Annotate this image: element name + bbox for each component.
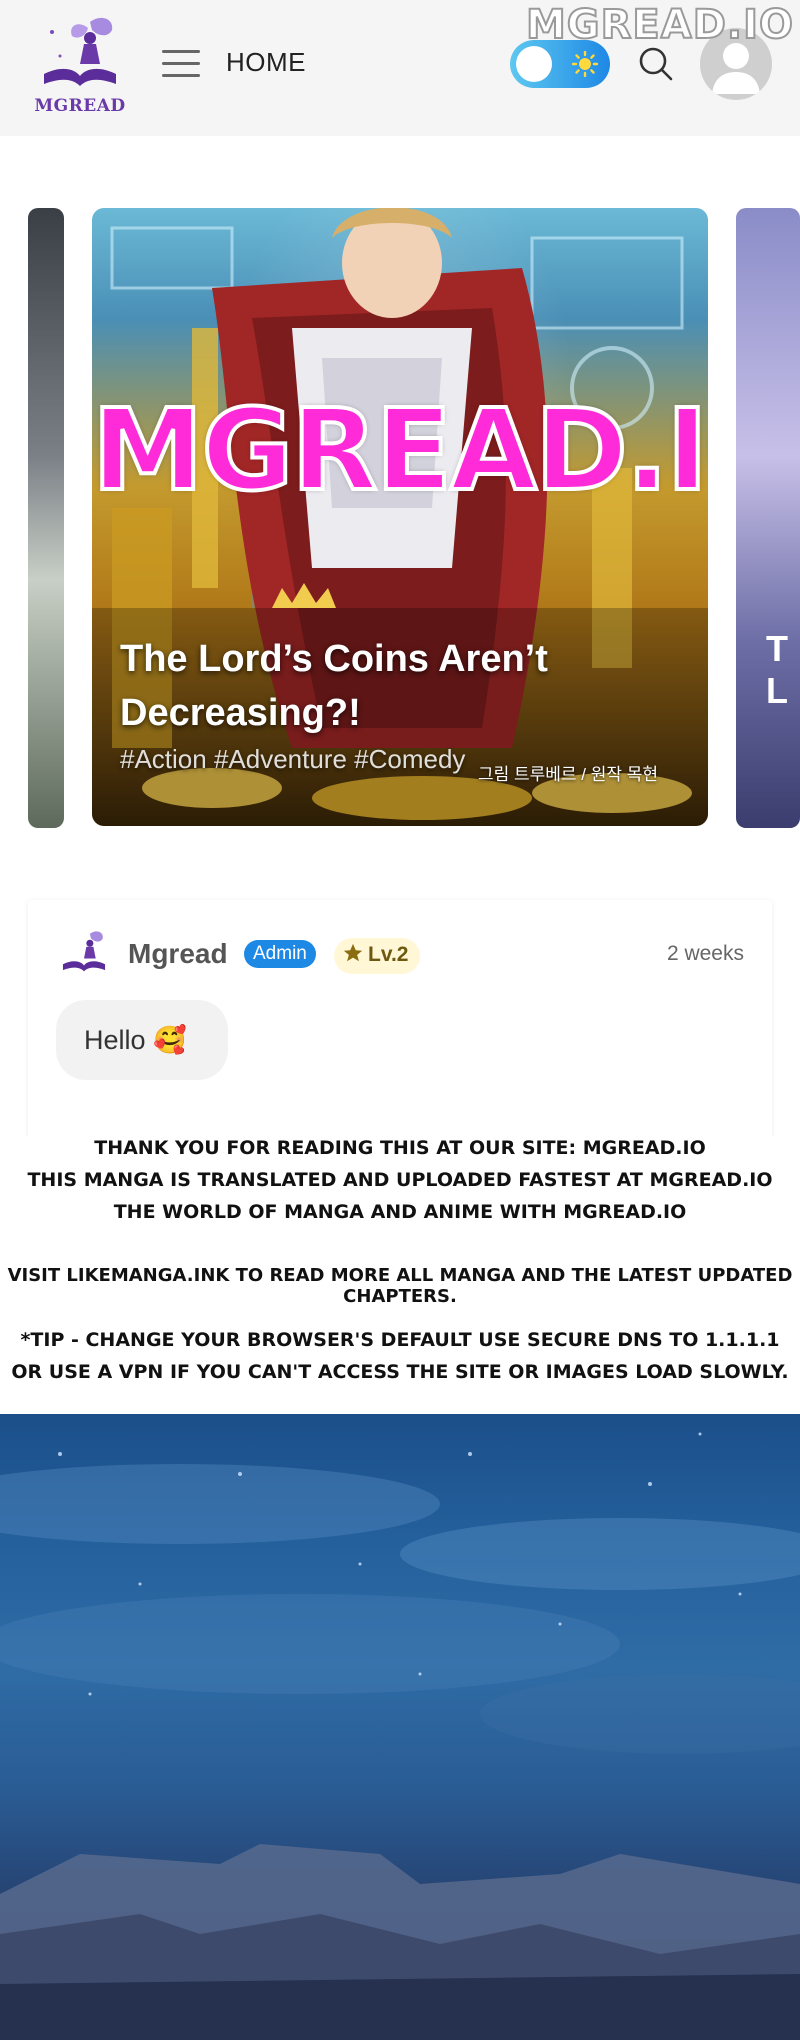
next-card-peek-text: T L: [766, 628, 788, 711]
carousel-prev-card[interactable]: [28, 208, 64, 828]
admin-badge: Admin: [244, 940, 316, 968]
comment-author[interactable]: Mgread: [128, 938, 228, 970]
level-badge: Lv.2: [334, 938, 421, 974]
carousel-next-card[interactable]: T L: [736, 208, 800, 828]
notice-line: *TIP - CHANGE YOUR BROWSER'S DEFAULT USE…: [20, 1329, 780, 1351]
site-notice: THANK YOU FOR READING THIS AT OUR SITE: …: [0, 1136, 800, 1416]
night-sky-illustration: [0, 1432, 800, 2040]
logo-fairy-book-icon: [44, 17, 116, 86]
cover-credit: 그림 트루베르 / 원작 목현: [477, 765, 658, 784]
comment-bubble: Hello 🥰: [56, 1000, 228, 1080]
carousel-card-main[interactable]: MGREAD.IO The Lord’s Coins Aren’t Decrea…: [92, 208, 708, 826]
logo-text: MGREAD: [34, 96, 126, 116]
brand-overlay-text: MGREAD.IO: [92, 384, 708, 518]
nav-home-link[interactable]: HOME: [226, 47, 306, 78]
notice-line: VISIT LIKEMANGA.INK TO READ MORE ALL MAN…: [7, 1265, 793, 1307]
sun-icon: [572, 51, 598, 77]
comic-tags: #Action #Adventure #Comedy: [120, 744, 466, 774]
level-badge-text: Lv.2: [368, 943, 409, 966]
hamburger-icon[interactable]: [162, 50, 200, 78]
comment-time: 2 weeks: [666, 942, 744, 965]
comic-title[interactable]: The Lord’s Coins Aren’t Decreasing?!: [120, 632, 660, 740]
toggle-knob: [516, 46, 552, 82]
chapter-page-image: [0, 1414, 800, 2040]
notice-line: OR USE A VPN IF YOU CAN'T ACCESS THE SIT…: [11, 1361, 789, 1383]
notice-line: THANK YOU FOR READING THIS AT OUR SITE: …: [94, 1137, 706, 1159]
star-icon: [343, 943, 363, 962]
featured-carousel[interactable]: MGREAD.IO The Lord’s Coins Aren’t Decrea…: [0, 208, 800, 828]
notice-line: THIS MANGA IS TRANSLATED AND UPLOADED FA…: [27, 1169, 773, 1191]
search-icon[interactable]: [636, 44, 676, 84]
notice-line: THE WORLD OF MANGA AND ANIME WITH MGREAD…: [113, 1201, 687, 1223]
comment-card: Mgread Admin Lv.2 2 weeks Hello 🥰: [28, 900, 772, 1140]
comment-avatar[interactable]: [56, 928, 112, 976]
watermark: MGREAD.IO: [525, 1, 794, 49]
site-logo[interactable]: MGREAD: [28, 12, 132, 120]
comment-message: Hello 🥰: [84, 1025, 187, 1055]
